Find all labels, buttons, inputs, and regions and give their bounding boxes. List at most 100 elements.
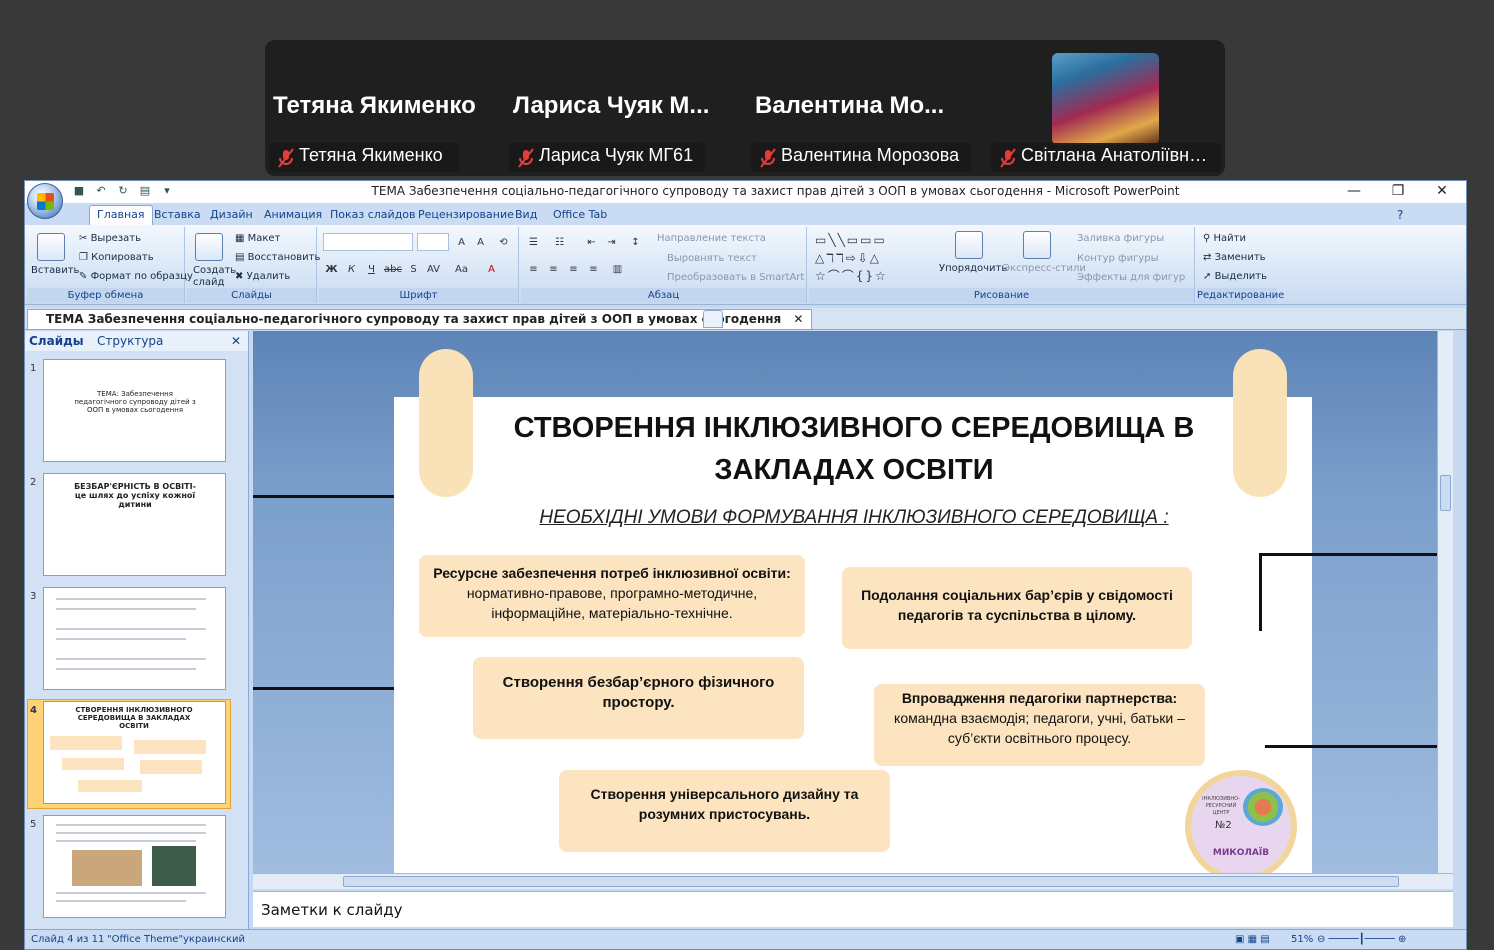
zoom-level[interactable]: 51% [1291, 934, 1313, 945]
tab-insert[interactable]: Вставка [147, 206, 208, 223]
condition-box-partnership[interactable]: Впровадження педагогіки партнерства: ком… [874, 684, 1205, 766]
tab-view[interactable]: Вид [508, 206, 544, 223]
copy-button[interactable]: ❐ Копировать [79, 252, 154, 263]
notes-pane[interactable]: Заметки к слайду [253, 891, 1453, 927]
text-direction-button[interactable]: Направление текста [657, 233, 766, 244]
tab-slideshow[interactable]: Показ слайдов [323, 206, 423, 223]
smartart-button[interactable]: Преобразовать в SmartArt [667, 272, 804, 283]
tab-slides[interactable]: Слайды [29, 334, 84, 348]
print-preview-icon[interactable]: ▤ [137, 184, 153, 199]
numbering-icon[interactable]: ☷ [551, 234, 568, 250]
cut-button[interactable]: ✂ Вырезать [79, 233, 141, 244]
document-tab[interactable]: ТЕМА Забезпечення соціально-педагогічног… [27, 309, 813, 329]
slide-editing-area[interactable]: СТВОРЕННЯ ІНКЛЮЗИВНОГО СЕРЕДОВИЩА В ЗАКЛ… [253, 331, 1453, 879]
save-icon[interactable]: ■ [71, 184, 87, 199]
help-icon[interactable]: ? [1390, 206, 1410, 224]
delete-slide-button[interactable]: ✖ Удалить [235, 271, 290, 282]
strikethrough-icon[interactable]: abc [383, 261, 402, 277]
participant-tile[interactable]: Тетяна Якименко Тетяна Якименко [265, 40, 505, 176]
select-button[interactable]: ➚ Выделить [1203, 271, 1267, 282]
underline-icon[interactable]: Ч [363, 261, 380, 277]
slide-canvas[interactable]: СТВОРЕННЯ ІНКЛЮЗИВНОГО СЕРЕДОВИЩА В ЗАКЛ… [394, 349, 1312, 879]
columns-icon[interactable]: ▥ [609, 261, 626, 277]
tab-office-tab[interactable]: Office Tab [546, 206, 614, 223]
bold-icon[interactable]: Ж [323, 261, 340, 277]
tab-design[interactable]: Дизайн [203, 206, 260, 223]
font-size-dropdown[interactable] [417, 233, 449, 251]
office-button[interactable] [27, 183, 63, 219]
participant-tile[interactable]: Валентина Мо... Валентина Морозова [747, 40, 987, 176]
condition-box-universal-design[interactable]: Створення універсального дизайну та розу… [559, 770, 890, 852]
new-tab-button[interactable] [703, 310, 723, 328]
shadow-icon[interactable]: S [405, 261, 422, 277]
close-pane-icon[interactable]: ✕ [231, 334, 241, 348]
horizontal-scrollbar[interactable] [253, 873, 1453, 889]
format-painter-button[interactable]: ✎ Формат по образцу [79, 271, 193, 282]
condition-box-barriers[interactable]: Подолання соціальних бар’єрів у свідомос… [842, 567, 1192, 649]
slide-thumbnail[interactable]: ТЕМА: Забезпечення педагогічного супрово… [43, 359, 226, 462]
close-button[interactable]: ✕ [1420, 181, 1464, 203]
justify-icon[interactable]: ≡ [585, 261, 602, 277]
replace-button[interactable]: ⇄ Заменить [1203, 252, 1266, 263]
participant-tile[interactable]: Лариса Чуяк М... Лариса Чуяк МГ61 [505, 40, 745, 176]
theme-name: "Office Theme" [107, 934, 184, 945]
align-center-icon[interactable]: ≡ [545, 261, 562, 277]
maximize-button[interactable]: ❐ [1376, 181, 1420, 203]
reset-button[interactable]: ▤ Восстановить [235, 252, 320, 263]
slide-thumbnail-selected[interactable]: СТВОРЕННЯ ІНКЛЮЗИВНОГО СЕРЕДОВИЩА В ЗАКЛ… [43, 701, 226, 804]
align-left-icon[interactable]: ≡ [525, 261, 542, 277]
quick-styles-icon[interactable] [1023, 231, 1051, 259]
slide-subtitle[interactable]: НЕОБХІДНІ УМОВИ ФОРМУВАННЯ ІНКЛЮЗИВНОГО … [444, 507, 1264, 529]
layout-button[interactable]: ▦ Макет [235, 233, 280, 244]
spacing-icon[interactable]: AV [425, 261, 442, 277]
align-right-icon[interactable]: ≡ [565, 261, 582, 277]
redo-icon[interactable]: ↻ [115, 184, 131, 199]
slide-thumbnail[interactable] [43, 815, 226, 918]
condition-box-resources[interactable]: Ресурсне забезпечення потреб інклюзивної… [419, 555, 805, 637]
font-name-dropdown[interactable] [323, 233, 413, 251]
language[interactable]: украинский [183, 934, 245, 945]
vertical-scrollbar[interactable] [1437, 331, 1453, 879]
shapes-gallery[interactable]: ▭╲╲▭▭▭ △ℸℸ⇨⇩△ ☆⌒⌒{}☆ [815, 231, 935, 287]
slide-title[interactable]: СТВОРЕННЯ ІНКЛЮЗИВНОГО СЕРЕДОВИЩА В ЗАКЛ… [504, 407, 1204, 491]
zoom-slider[interactable]: ⊖ ─────┃───── ⊕ [1317, 934, 1406, 945]
tab-outline[interactable]: Структура [97, 334, 163, 348]
arrange-icon[interactable] [955, 231, 983, 259]
slide-thumbnail[interactable]: БЕЗБАР'ЄРНІСТЬ В ОСВІТІ- це шлях до успі… [43, 473, 226, 576]
decrease-indent-icon[interactable]: ⇤ [583, 234, 600, 250]
clear-format-icon[interactable]: ⟲ [495, 234, 512, 250]
quick-styles-button[interactable]: Экспресс-стили [1003, 263, 1086, 274]
paste-button[interactable]: Вставить [31, 265, 79, 276]
arrange-button[interactable]: Упорядочить [939, 263, 1007, 274]
scroll-thumb[interactable] [343, 876, 1399, 887]
grow-font-icon[interactable]: A [453, 234, 470, 250]
participant-tile[interactable]: Світлана Анатоліївна ... [987, 40, 1225, 176]
align-text-button[interactable]: Выровнять текст [667, 253, 757, 264]
bullets-icon[interactable]: ☰ [525, 234, 542, 250]
view-buttons[interactable]: ▣ ▦ ▤ [1235, 934, 1270, 945]
customize-toolbar-icon[interactable]: ▾ [159, 184, 175, 199]
shrink-font-icon[interactable]: A [472, 234, 489, 250]
new-slide-button[interactable]: Создать слайд [193, 265, 236, 289]
new-slide-icon[interactable] [195, 233, 223, 261]
find-button[interactable]: ⚲ Найти [1203, 233, 1246, 244]
scroll-thumb[interactable] [1440, 475, 1451, 511]
tab-review[interactable]: Рецензирование [411, 206, 521, 223]
increase-indent-icon[interactable]: ⇥ [603, 234, 620, 250]
slide-thumbnail[interactable] [43, 587, 226, 690]
shape-fill-button[interactable]: Заливка фигуры [1077, 233, 1164, 244]
undo-icon[interactable]: ↶ [93, 184, 109, 199]
condition-box-physical-space[interactable]: Створення безбар’єрного фізичного просто… [473, 657, 804, 739]
shape-effects-button[interactable]: Эффекты для фигур [1077, 272, 1185, 283]
minimize-button[interactable]: — [1332, 181, 1376, 203]
close-tab-icon[interactable]: ✕ [793, 312, 803, 326]
paste-icon[interactable] [37, 233, 65, 261]
tab-animation[interactable]: Анимация [257, 206, 329, 223]
font-color-icon[interactable]: A [483, 261, 500, 277]
change-case-icon[interactable]: Aa [453, 261, 470, 277]
italic-icon[interactable]: К [343, 261, 360, 277]
shape-outline-button[interactable]: Контур фигуры [1077, 253, 1159, 264]
tab-home[interactable]: Главная [89, 205, 153, 225]
logo-inner: ІНКЛЮЗИВНО- РЕСУРСНИЙ ЦЕНТР №2 МИКОЛАЇВ [1191, 776, 1291, 876]
line-spacing-icon[interactable]: ↕ [627, 234, 644, 250]
